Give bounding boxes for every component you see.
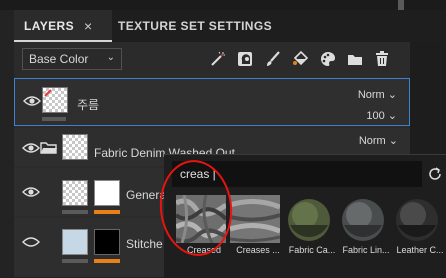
top-strip-marker	[398, 0, 404, 10]
layer-bar	[62, 210, 88, 214]
chevron-down-icon: ⌄	[387, 110, 397, 122]
material-label: Fabric Lin...	[342, 245, 390, 255]
chevron-down-icon: ⌄	[106, 52, 115, 63]
layers-toolbar: Base Color ⌄	[14, 42, 410, 76]
visibility-eye-icon[interactable]	[23, 95, 41, 107]
paint-badge-icon	[44, 89, 52, 97]
material-label: Creases ...	[236, 245, 280, 255]
tab-layers-label: LAYERS	[24, 19, 74, 33]
layer-thumbnail	[62, 134, 88, 160]
panel-tabs: LAYERS × TEXTURE SET SETTINGS	[14, 10, 446, 42]
visibility-eye-icon[interactable]	[22, 142, 40, 154]
mask-thumbnail	[94, 229, 120, 255]
top-strip	[0, 0, 446, 10]
mask-bar	[42, 117, 66, 121]
opacity-number: 100	[366, 110, 385, 122]
layer-name[interactable]: 주름	[77, 96, 99, 113]
material-thumbnail-fabric-canvas[interactable]: Fabric Ca...	[282, 193, 336, 273]
mask-bar	[94, 259, 120, 263]
layer-thumbnail	[42, 87, 68, 113]
visibility-eye-icon[interactable]	[22, 186, 40, 198]
blend-mode[interactable]: Norm ⌄	[358, 88, 397, 101]
side-strip	[410, 42, 446, 162]
material-thumbnail-leather[interactable]: Leather C...	[390, 193, 444, 273]
layer-bar	[62, 259, 88, 263]
layer-thumbnail	[62, 229, 88, 255]
folder-icon[interactable]	[345, 49, 365, 69]
palette-icon[interactable]	[318, 49, 338, 69]
tab-texture-set-settings[interactable]: TEXTURE SET SETTINGS	[118, 10, 272, 42]
chevron-down-icon: ⌄	[388, 135, 398, 147]
folder-open-icon[interactable]	[40, 141, 58, 155]
blend-mode-value: Norm	[358, 135, 386, 147]
trash-icon[interactable]	[372, 49, 392, 69]
opacity-value[interactable]: 100 ⌄	[366, 109, 397, 122]
fabric-linen-sphere	[338, 195, 388, 243]
fill-bucket-icon[interactable]	[290, 49, 310, 69]
layer-thumbnail	[62, 180, 88, 206]
tab-layers[interactable]: LAYERS ×	[14, 10, 112, 42]
visibility-off-icon[interactable]	[22, 236, 40, 248]
mask-thumbnail	[94, 180, 120, 206]
brush-icon[interactable]	[263, 49, 283, 69]
mask-icon[interactable]	[235, 49, 255, 69]
material-thumbnail-creases[interactable]: Creases ...	[228, 193, 282, 273]
material-label: Fabric Ca...	[288, 245, 336, 255]
close-icon[interactable]: ×	[84, 18, 93, 34]
fabric-canvas-sphere	[284, 195, 334, 243]
material-thumbnail-fabric-linen[interactable]: Fabric Lin...	[336, 193, 390, 273]
creases-swatch	[230, 195, 280, 243]
blend-mode[interactable]: Norm ⌄	[359, 134, 398, 147]
material-label: Leather C...	[396, 245, 444, 255]
layer-name[interactable]: Stitche	[126, 237, 163, 251]
wand-icon[interactable]	[208, 49, 228, 69]
refresh-icon[interactable]	[426, 165, 444, 183]
layer-row[interactable]: 주름 Norm ⌄ 100 ⌄	[14, 78, 410, 126]
tab-texture-set-settings-label: TEXTURE SET SETTINGS	[118, 19, 273, 33]
channel-select[interactable]: Base Color ⌄	[22, 48, 122, 70]
blend-mode-value: Norm	[357, 89, 385, 101]
chevron-down-icon: ⌄	[387, 89, 397, 101]
channel-select-value: Base Color	[29, 52, 89, 66]
mask-bar	[94, 210, 120, 214]
leather-sphere	[392, 195, 442, 243]
